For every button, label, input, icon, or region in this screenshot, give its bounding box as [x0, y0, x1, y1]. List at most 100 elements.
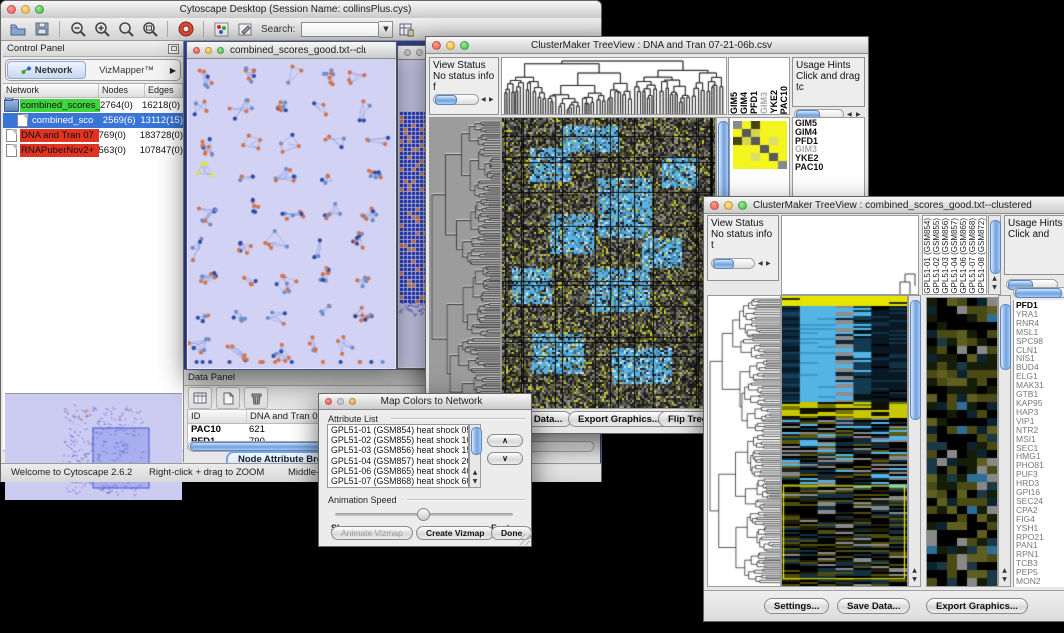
scroll-down-icon[interactable]: ▼: [912, 576, 917, 584]
network-row[interactable]: RNAPuberNov2+ 563(0) 107847(0): [3, 143, 183, 158]
column-label[interactable]: GPL51-01 (GSM854): [923, 218, 932, 294]
column-labels-vscrollbar[interactable]: ▲▼: [988, 215, 1001, 295]
attribute-item[interactable]: GPL51-03 (GSM856) heat shock 15 min: [331, 445, 468, 455]
network-a-canvas[interactable]: [188, 59, 395, 368]
view-status-hscrollbar[interactable]: [711, 258, 755, 269]
scroll-down-icon[interactable]: ▼: [1002, 576, 1007, 584]
scroll-up-icon[interactable]: ▲: [992, 275, 997, 283]
create-vizmap-button[interactable]: Create Vizmap: [416, 526, 494, 540]
zoom-out-icon[interactable]: [67, 20, 88, 39]
close-button[interactable]: [7, 5, 16, 14]
minimize-button[interactable]: [416, 49, 423, 56]
zoom-button[interactable]: [35, 5, 44, 14]
column-label[interactable]: GIM5: [729, 92, 739, 114]
zoom-button[interactable]: [217, 47, 224, 54]
minimize-button[interactable]: [724, 201, 733, 210]
scroll-right-icon[interactable]: ▶: [766, 260, 771, 268]
move-down-button[interactable]: ∨: [487, 452, 523, 465]
scroll-up-icon[interactable]: ▲: [912, 567, 917, 575]
zoom-matrix-canvas[interactable]: [733, 121, 787, 169]
network-row[interactable]: DNA and Tran 07 769(0) 183728(0): [3, 128, 183, 143]
float-panel-icon[interactable]: [168, 44, 179, 54]
treeview2-titlebar[interactable]: ClusterMaker TreeView : combined_scores_…: [704, 197, 1064, 214]
heatmap-vscrollbar-tv2[interactable]: ▲▼: [908, 295, 921, 587]
column-dendrogram-canvas-tv2[interactable]: [782, 216, 918, 294]
scrollbar-thumb[interactable]: [471, 427, 482, 455]
tab-overflow-arrow[interactable]: ▶: [166, 66, 180, 75]
scrollbar-thumb[interactable]: [1015, 288, 1062, 298]
delete-attribute-icon[interactable]: [244, 387, 268, 409]
row-dendrogram-canvas-tv2[interactable]: [708, 296, 780, 586]
select-attributes-icon[interactable]: [188, 387, 212, 409]
new-attribute-icon[interactable]: [216, 387, 240, 409]
close-button[interactable]: [193, 47, 200, 54]
column-label[interactable]: GPL51-02 (GSM855): [932, 218, 941, 294]
save-session-button[interactable]: [31, 20, 52, 39]
zoom-button[interactable]: [349, 398, 356, 405]
attribute-listbox[interactable]: GPL51-01 (GSM854) heat shock 05 minGPL51…: [327, 424, 469, 488]
attribute-item[interactable]: GPL51-07 (GSM868) heat shock 60 min: [331, 476, 468, 486]
export-graphics-button-tv2[interactable]: Export Graphics...: [926, 598, 1028, 614]
col-nodes[interactable]: Nodes: [99, 84, 145, 97]
gene-label[interactable]: MON2: [1016, 577, 1064, 586]
scroll-down-icon[interactable]: ▼: [992, 284, 997, 292]
minimize-button[interactable]: [205, 47, 212, 54]
scroll-left-icon[interactable]: ◀: [758, 260, 763, 268]
row-dendrogram-canvas-tv1[interactable]: [430, 118, 500, 408]
attribute-item[interactable]: GPL51-04 (GSM857) heat shock 20 min: [331, 456, 468, 466]
minimize-button[interactable]: [21, 5, 30, 14]
scrollbar-thumb[interactable]: [1000, 304, 1011, 370]
col-edges[interactable]: Edges: [145, 84, 183, 97]
column-label[interactable]: GPL51-06 (GSM865): [959, 218, 968, 294]
zoom-vscrollbar-tv2[interactable]: ▲▼: [998, 295, 1011, 587]
scroll-up-icon[interactable]: ▲: [473, 469, 478, 477]
column-label[interactable]: GPL51-03 (GSM856): [941, 218, 950, 294]
zoom-heatmap-canvas-tv2[interactable]: [927, 298, 997, 586]
attribute-list-vscrollbar[interactable]: ▲▼: [469, 424, 481, 488]
column-label[interactable]: GPL51-07 (GSM868): [968, 218, 977, 294]
attribute-item[interactable]: GPL51-01 (GSM854) heat shock 05 min: [331, 425, 468, 435]
scrollbar-thumb[interactable]: [910, 300, 921, 420]
zoom-in-icon[interactable]: [91, 20, 112, 39]
attribute-item[interactable]: GPL51-06 (GSM865) heat shock 40 min: [331, 466, 468, 476]
heatmap-canvas-tv2[interactable]: [782, 296, 907, 586]
zoom-selected-icon[interactable]: [115, 20, 136, 39]
search-input[interactable]: [301, 22, 379, 37]
scroll-right-icon[interactable]: ▶: [489, 96, 494, 104]
column-label[interactable]: PFD1: [749, 91, 759, 114]
scroll-down-icon[interactable]: ▼: [473, 478, 478, 486]
annotation-icon[interactable]: [235, 20, 256, 39]
column-label[interactable]: YKE2: [769, 90, 779, 114]
column-label[interactable]: PAC10: [779, 86, 789, 114]
close-button[interactable]: [710, 201, 719, 210]
column-label[interactable]: GIM3: [759, 92, 769, 114]
tab-network[interactable]: Network: [7, 61, 86, 79]
dialog-titlebar[interactable]: Map Colors to Network: [319, 394, 531, 410]
column-label[interactable]: GPL51-08 (GSM872): [977, 218, 986, 294]
resize-grip[interactable]: [519, 534, 530, 545]
scrollbar-thumb[interactable]: [713, 259, 734, 269]
column-label[interactable]: GIM4: [739, 92, 749, 114]
treeview1-titlebar[interactable]: ClusterMaker TreeView : DNA and Tran 07-…: [426, 37, 868, 54]
scroll-left-icon[interactable]: ◀: [481, 96, 486, 104]
zoom-button[interactable]: [738, 201, 747, 210]
col-network[interactable]: Network: [3, 84, 99, 97]
save-data-button-tv2[interactable]: Save Data...: [837, 598, 910, 614]
network-overview-canvas[interactable]: [5, 393, 182, 500]
move-up-button[interactable]: ∧: [487, 434, 523, 447]
search-dropdown-icon[interactable]: ▼: [379, 21, 393, 38]
scrollbar-thumb[interactable]: [990, 220, 1001, 274]
zoom-button[interactable]: [460, 41, 469, 50]
tab-vizmapper[interactable]: VizMapper™: [88, 62, 165, 78]
attribute-item[interactable]: GPL51-02 (GSM855) heat shock 10 min: [331, 435, 468, 445]
column-label[interactable]: GPL51-04 (GSM857): [950, 218, 959, 294]
network-row[interactable]: combined_sco 2569(6) 13112(15): [3, 113, 183, 128]
minimize-button[interactable]: [446, 41, 455, 50]
import-attributes-icon[interactable]: [396, 20, 417, 39]
open-session-button[interactable]: [7, 20, 28, 39]
close-button[interactable]: [404, 49, 411, 56]
minimize-button[interactable]: [337, 398, 344, 405]
network-a-titlebar[interactable]: combined_scores_good.txt--cluste...: [187, 42, 396, 59]
settings-button[interactable]: Settings...: [764, 598, 829, 614]
vizmapper-icon[interactable]: [211, 20, 232, 39]
